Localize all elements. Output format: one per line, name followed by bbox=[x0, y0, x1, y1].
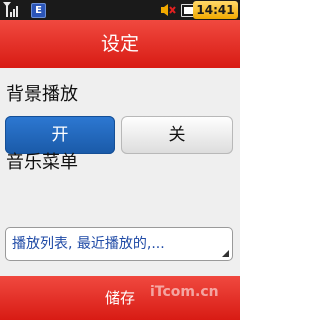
status-bar: E 14:41 bbox=[0, 0, 240, 20]
edge-network-icon: E bbox=[31, 3, 46, 18]
title-bar: 设定 bbox=[0, 20, 240, 68]
clock: 14:41 bbox=[193, 1, 238, 19]
music-menu-label: 音乐菜单 bbox=[6, 152, 78, 173]
background-play-label: 背景播放 bbox=[6, 84, 78, 105]
settings-panel: 背景播放 开 关 音乐菜单 播放列表, 最近播放的,... bbox=[0, 68, 240, 276]
mute-icon bbox=[161, 4, 176, 16]
page-title: 设定 bbox=[100, 33, 139, 55]
music-menu-value: 播放列表, 最近播放的,... bbox=[12, 236, 165, 252]
watermark: iTcom.cn bbox=[150, 284, 219, 300]
background-play-off-button[interactable]: 关 bbox=[121, 116, 233, 154]
music-menu-select[interactable]: 播放列表, 最近播放的,... bbox=[5, 227, 233, 261]
signal-strength-icon bbox=[3, 2, 18, 17]
dropdown-corner-icon bbox=[222, 250, 229, 257]
